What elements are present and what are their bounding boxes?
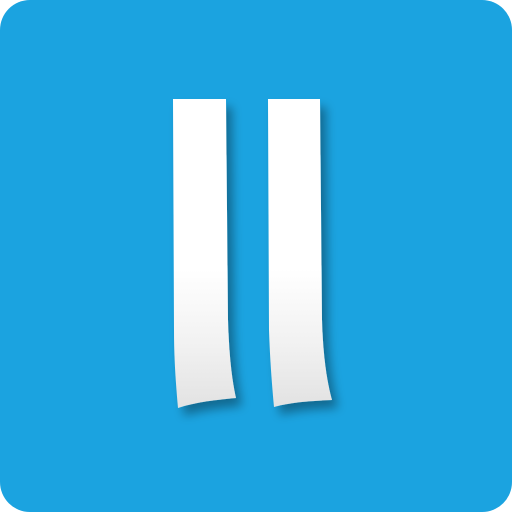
- icon-background: [0, 0, 512, 512]
- pause-ribbons-icon: [0, 0, 512, 512]
- app-icon: [0, 0, 512, 512]
